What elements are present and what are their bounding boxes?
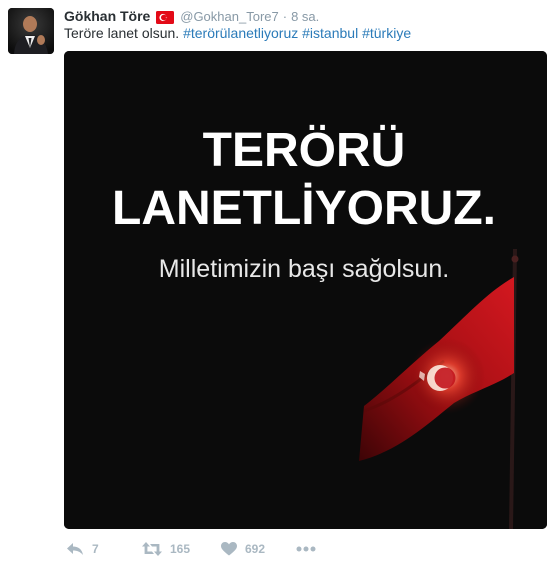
image-headline-line1: TERÖRÜ — [203, 124, 406, 177]
retweet-count: 165 — [170, 542, 191, 556]
tweet-text-plain: Teröre lanet olsun. — [64, 25, 180, 41]
reply-icon — [66, 542, 84, 556]
reply-button[interactable]: 7 — [66, 539, 99, 559]
hashtag-link[interactable]: #istanbul — [302, 25, 358, 41]
tweet-actions: 7 165 692 — [64, 539, 544, 559]
timestamp[interactable]: 8 sa. — [291, 9, 319, 24]
image-headline-line2: LANETLİYORUZ. — [112, 182, 496, 235]
reply-count: 7 — [92, 542, 99, 556]
user-handle[interactable]: @Gokhan_Tore7 — [180, 9, 278, 24]
more-button[interactable] — [296, 539, 316, 559]
hashtag-link[interactable]: #türkiye — [362, 25, 411, 41]
tweet-card: Gökhan Töre @Gokhan_Tore7 · 8 sa. Teröre l… — [0, 0, 555, 564]
avatar[interactable] — [8, 8, 54, 54]
like-count: 692 — [245, 542, 266, 556]
heart-icon — [221, 542, 237, 556]
retweet-button[interactable]: 165 — [142, 539, 190, 559]
image-subtitle: Milletimizin başı sağolsun. — [159, 255, 449, 283]
tweet-header: Gökhan Töre @Gokhan_Tore7 · 8 sa. — [64, 6, 319, 26]
tweet-text: Teröre lanet olsun. #terörülanetliyoruz … — [64, 24, 411, 42]
tweet-media-image[interactable]: TERÖRÜ LANETLİYORUZ. Milletimizin başı s… — [64, 51, 547, 529]
display-name[interactable]: Gökhan Töre — [64, 8, 150, 24]
more-icon — [296, 546, 316, 552]
header-separator: · — [282, 9, 288, 24]
retweet-icon — [142, 542, 162, 556]
like-button[interactable]: 692 — [221, 539, 265, 559]
hashtag-link[interactable]: #terörülanetliyoruz — [183, 25, 298, 41]
